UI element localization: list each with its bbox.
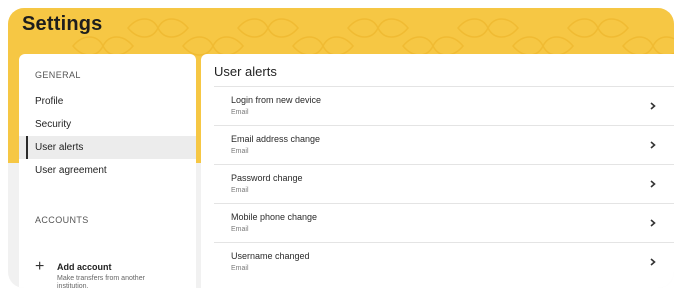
settings-window: Settings GENERAL Profile Security User a… xyxy=(8,8,674,288)
alert-name: Username changed xyxy=(231,251,310,261)
sidebar-item-label: Security xyxy=(35,119,72,130)
alert-channel: Email xyxy=(231,109,249,116)
main-panel: User alerts Login from new device Email … xyxy=(201,54,674,288)
chevron-right-icon xyxy=(650,258,656,266)
alert-channel: Email xyxy=(231,226,249,233)
alert-row-username-changed[interactable]: Username changed Email xyxy=(214,243,674,282)
alert-row-mobile-phone-change[interactable]: Mobile phone change Email xyxy=(214,204,674,243)
alert-name: Mobile phone change xyxy=(231,212,318,222)
sidebar-item-user-agreement[interactable]: User agreement xyxy=(19,159,196,182)
settings-sidebar: GENERAL Profile Security User alerts Use… xyxy=(19,54,196,288)
sidebar-item-security[interactable]: Security xyxy=(19,113,196,136)
alert-row-password-change[interactable]: Password change Email xyxy=(214,165,674,204)
sidebar-item-profile[interactable]: Profile xyxy=(19,90,196,113)
alert-channel: Email xyxy=(231,187,249,194)
alert-name: Email address change xyxy=(231,134,321,144)
add-account-label: Add account xyxy=(57,262,112,272)
section-title: User alerts xyxy=(214,64,277,79)
chevron-right-icon xyxy=(650,219,656,227)
general-heading: GENERAL xyxy=(35,70,81,80)
sidebar-item-label: User agreement xyxy=(35,165,107,176)
alert-name: Password change xyxy=(231,173,303,183)
chevron-right-icon xyxy=(650,180,656,188)
alert-channel: Email xyxy=(231,265,249,272)
alert-row-login-new-device[interactable]: Login from new device Email xyxy=(214,87,674,126)
alert-row-email-address-change[interactable]: Email address change Email xyxy=(214,126,674,165)
alert-channel: Email xyxy=(231,148,249,155)
sidebar-item-label: Profile xyxy=(35,96,64,107)
alert-name: Login from new device xyxy=(231,95,322,105)
sidebar-item-label: User alerts xyxy=(35,142,84,153)
sidebar-item-user-alerts[interactable]: User alerts xyxy=(19,136,196,159)
plus-icon: + xyxy=(35,258,45,275)
accounts-heading: ACCOUNTS xyxy=(35,215,89,225)
alert-list: Login from new device Email Email addres… xyxy=(214,86,674,282)
add-account-description: Make transfers from another institution. xyxy=(57,275,145,288)
chevron-right-icon xyxy=(650,141,656,149)
chevron-right-icon xyxy=(650,102,656,110)
page-title: Settings xyxy=(22,13,103,35)
